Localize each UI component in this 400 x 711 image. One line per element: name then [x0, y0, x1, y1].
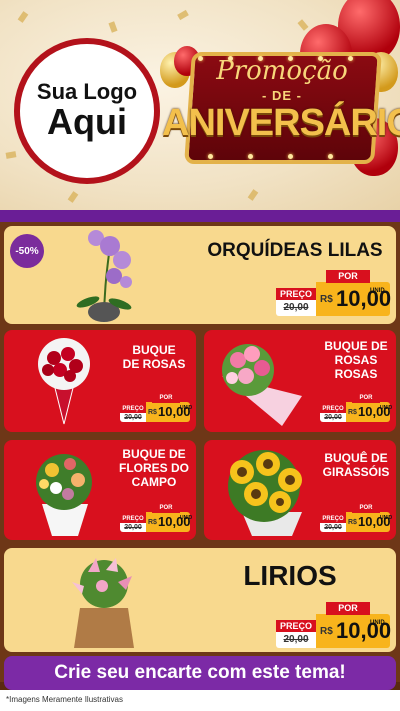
old-price-label: PREÇO: [276, 288, 316, 300]
discount-badge: -50%: [10, 234, 44, 268]
footer: *Imagens Meramente Ilustrativas: [0, 690, 400, 711]
old-price: PREÇO 20,00: [120, 406, 146, 422]
old-price: PREÇO 20,00: [276, 620, 316, 648]
new-price-label: POR: [352, 394, 380, 403]
product-card-girassois[interactable]: BUQUÊ DE GIRASSÓIS PREÇO 20,00 POR R$ 10,…: [204, 440, 396, 540]
cta-button[interactable]: Crie seu encarte com este tema!: [4, 656, 396, 690]
promo-title-line2: - DE -: [262, 88, 302, 103]
disclaimer-text: *Imagens Meramente Ilustrativas: [6, 695, 123, 704]
old-price-value: 20,00: [283, 302, 309, 313]
new-price: POR R$ 10,00 UNID: [346, 504, 393, 532]
old-price-value: 20,00: [124, 414, 142, 421]
price-tag: PREÇO 20,00 POR R$ 10,00 UNID: [276, 602, 391, 648]
logo-text-line2: Aqui: [47, 101, 127, 143]
unit-label: UNID: [180, 515, 193, 521]
product-card-orquideas[interactable]: -50% ORQUÍDEAS LILAS PREÇO 20,00 POR R$ …: [4, 226, 396, 324]
bulb-decoration: [288, 154, 293, 159]
price-tag: PREÇO 20,00 POR R$ 10,00 UNID: [320, 504, 393, 532]
confetti-decoration: [108, 21, 118, 33]
unit-label: UNID: [180, 405, 193, 411]
currency-symbol: R$: [320, 294, 333, 305]
old-price-value: 20,00: [324, 414, 342, 421]
old-price-value: 20,00: [283, 634, 309, 645]
product-card-buque-rosas-rosas[interactable]: BUQUE DE ROSAS ROSAS PREÇO 20,00 POR R$ 10…: [204, 330, 396, 432]
new-price: POR R$ 10,00 UNID: [316, 270, 391, 316]
unit-label: UNID: [380, 405, 393, 411]
price-tag: PREÇO 20,00 POR R$ 10,00 UNID: [320, 394, 393, 422]
product-name: LIRIOS: [243, 560, 337, 591]
product-card-buque-rosas[interactable]: BUQUE DE ROSAS PREÇO 20,00 POR R$ 10,00 U…: [4, 330, 196, 432]
unit-label: UNID: [370, 620, 385, 626]
old-price-label: PREÇO: [320, 406, 346, 413]
old-price: PREÇO 20,00: [320, 406, 346, 422]
old-price-label: PREÇO: [276, 620, 316, 632]
product-card-lirios[interactable]: LIRIOS PREÇO 20,00 POR R$ 10,00 UNID: [4, 548, 396, 652]
old-price-label: PREÇO: [320, 516, 346, 523]
price-tag: PREÇO 20,00 POR R$ 10,00 UNID: [120, 504, 193, 532]
old-price: PREÇO 20,00: [120, 516, 146, 532]
currency-symbol: R$: [320, 626, 333, 637]
lily-bouquet-image: [72, 558, 134, 648]
new-price: POR R$ 10,00 UNID: [316, 602, 391, 648]
new-price-label: POR: [152, 394, 180, 403]
bulb-decoration: [248, 154, 253, 159]
old-price-value: 20,00: [324, 524, 342, 531]
orchid-image: [76, 230, 132, 323]
old-price-label: PREÇO: [120, 406, 146, 413]
bulb-decoration: [328, 154, 333, 159]
currency-symbol: R$: [148, 519, 157, 526]
product-name: BUQUE DE ROSAS ROSAS: [324, 339, 388, 381]
product-name: BUQUE DE ROSAS: [122, 343, 186, 371]
divider-strip: [0, 210, 400, 222]
product-card-flores-do-campo[interactable]: BUQUE DE FLORES DO CAMPO PREÇO 20,00 POR R…: [4, 440, 196, 540]
old-price: PREÇO 20,00: [276, 288, 316, 316]
product-name: ORQUÍDEAS LILAS: [207, 240, 383, 261]
currency-symbol: R$: [348, 519, 357, 526]
new-price: POR R$ 10,00 UNID: [146, 394, 193, 422]
product-name: BUQUÊ DE GIRASSÓIS: [322, 451, 390, 479]
new-price-label: POR: [352, 504, 380, 513]
old-price-value: 20,00: [124, 524, 142, 531]
product-name: BUQUE DE FLORES DO CAMPO: [118, 447, 189, 489]
old-price-label: PREÇO: [120, 516, 146, 523]
currency-symbol: R$: [148, 409, 157, 416]
new-price-label: POR: [152, 504, 180, 513]
confetti-decoration: [297, 19, 309, 31]
confetti-decoration: [177, 9, 189, 21]
logo-placeholder: Sua Logo Aqui: [14, 38, 160, 184]
new-price: POR R$ 10,00 UNID: [346, 394, 393, 422]
bulb-decoration: [208, 154, 213, 159]
new-price: POR R$ 10,00 UNID: [146, 504, 193, 532]
new-price-label: POR: [326, 602, 370, 615]
price-tag: PREÇO 20,00 POR R$ 10,00 UNID: [276, 270, 391, 316]
promo-title-line1: Promoção: [216, 56, 348, 86]
promo-title-badge: Promoção - DE - ANIVERSÁRIO: [162, 48, 400, 170]
new-price-label: POR: [326, 270, 370, 283]
header-banner: Sua Logo Aqui Promoção - DE - ANIVERSÁRI…: [0, 0, 400, 210]
unit-label: UNID: [380, 515, 393, 521]
confetti-decoration: [17, 11, 29, 23]
wildflower-bouquet-image: [36, 454, 92, 536]
currency-symbol: R$: [348, 409, 357, 416]
pink-rose-bouquet-image: [222, 344, 302, 426]
logo-text-line1: Sua Logo: [36, 79, 138, 105]
old-price: PREÇO 20,00: [320, 516, 346, 532]
confetti-decoration: [67, 191, 79, 203]
rose-bouquet-image: [38, 338, 90, 425]
sunflower-bouquet-image: [228, 450, 302, 536]
confetti-decoration: [5, 151, 17, 159]
confetti-decoration: [247, 189, 259, 201]
unit-label: UNID: [370, 288, 385, 294]
promo-title-line3: ANIVERSÁRIO: [162, 102, 400, 144]
price-tag: PREÇO 20,00 POR R$ 10,00 UNID: [120, 394, 193, 422]
